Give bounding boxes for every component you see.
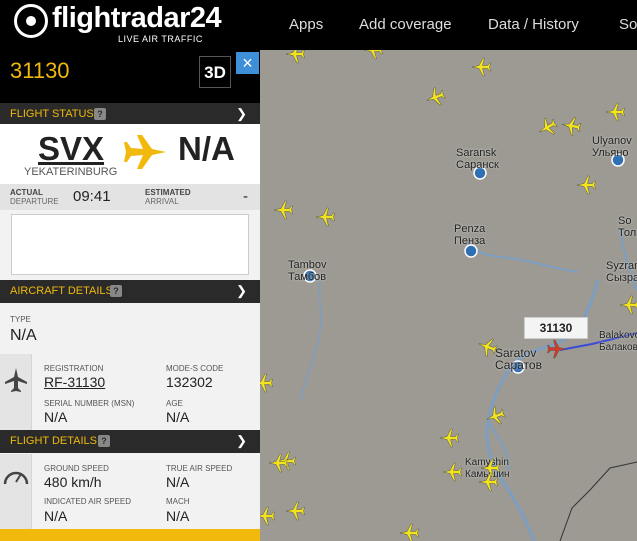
selected-aircraft-icon[interactable] (545, 338, 567, 360)
serial-value: N/A (44, 409, 68, 425)
aircraft-details-title: AIRCRAFT DETAILS (10, 285, 113, 297)
estimated-label: ESTIMATED (145, 188, 191, 197)
speed-block: GROUND SPEED 480 km/h TRUE AIR SPEED N/A… (0, 454, 260, 529)
arrival-label: ARRIVAL (145, 197, 179, 206)
radar-logo-icon[interactable] (14, 4, 48, 38)
logo-number: 24 (189, 2, 222, 34)
aircraft-icon[interactable] (273, 199, 295, 221)
type-value: N/A (10, 327, 37, 344)
help-icon[interactable]: ? (98, 435, 110, 447)
airplane-icon (124, 135, 166, 169)
logo-text[interactable]: flightradar24 (52, 2, 222, 35)
aircraft-icon[interactable] (260, 372, 275, 394)
modes-label: MODE-S CODE (166, 364, 224, 373)
help-icon[interactable]: ? (110, 285, 122, 297)
view-3d-button[interactable]: 3D (199, 56, 231, 88)
city-label-syzran: Syzran Сызра (606, 260, 637, 284)
departure-time: 09:41 (73, 188, 111, 205)
aircraft-icon[interactable] (442, 461, 464, 483)
flight-details-title: FLIGHT DETAILS (10, 435, 98, 447)
aircraft-icon[interactable] (285, 500, 307, 522)
departure-label: DEPARTURE (10, 197, 59, 206)
callsign-bar: 31130 3D × (0, 50, 260, 103)
plane-silhouette-icon (5, 368, 27, 392)
city-label-saratov: Saratov Саратов (495, 346, 542, 372)
flight-status-title: FLIGHT STATUS (10, 108, 94, 120)
nav-apps[interactable]: Apps (289, 16, 323, 33)
speedometer-icon (3, 471, 29, 485)
age-label: AGE (166, 399, 183, 408)
actual-label: ACTUAL (10, 188, 43, 197)
aircraft-icon[interactable] (268, 452, 290, 474)
nav-add-coverage[interactable]: Add coverage (359, 16, 452, 33)
aircraft-photo-placeholder[interactable] (11, 214, 249, 275)
logo-wordmark: flightradar (52, 2, 190, 34)
arrival-time: - (243, 188, 248, 205)
aircraft-icon[interactable] (605, 101, 627, 123)
mach-value: N/A (166, 508, 190, 524)
age-value: N/A (166, 409, 190, 425)
type-label: TYPE (10, 315, 31, 324)
registration-label: REGISTRATION (44, 364, 104, 373)
chevron-down-icon[interactable]: ❯ (236, 283, 247, 299)
speed-altitude-graph-bar[interactable] (0, 529, 260, 541)
chevron-down-icon[interactable]: ❯ (236, 106, 247, 122)
registration-block: REGISTRATION RF-31130 MODE-S CODE 132302… (0, 354, 260, 430)
close-icon[interactable]: × (236, 52, 259, 74)
aircraft-icon[interactable] (619, 294, 637, 316)
aircraft-icon[interactable] (478, 471, 500, 493)
modes-value: 132302 (166, 374, 213, 390)
aircraft-icon[interactable] (439, 427, 461, 449)
route-summary: SVX N/A YEKATERINBURG (0, 124, 260, 184)
aircraft-icon[interactable] (260, 505, 277, 527)
chevron-down-icon[interactable]: ❯ (236, 433, 247, 449)
mach-label: MACH (166, 497, 190, 506)
registration-value[interactable]: RF-31130 (44, 374, 105, 390)
origin-airport-code[interactable]: SVX (38, 130, 104, 168)
ground-speed-label: GROUND SPEED (44, 464, 109, 473)
city-label-penza: Penza Пенза (454, 223, 486, 247)
aircraft-type-section: TYPE N/A (0, 303, 260, 353)
serial-label: SERIAL NUMBER (MSN) (44, 399, 135, 408)
aircraft-icon[interactable] (399, 522, 421, 541)
aircraft-details-header[interactable]: AIRCRAFT DETAILS ? ❯ (0, 280, 260, 303)
aircraft-icon[interactable] (315, 206, 337, 228)
city-label-saransk: Saransk Саранск (456, 147, 499, 171)
aircraft-icon-column (0, 354, 32, 430)
times-row: ACTUAL DEPARTURE 09:41 ESTIMATED ARRIVAL… (0, 184, 260, 210)
flight-status-header[interactable]: FLIGHT STATUS ? ❯ (0, 103, 260, 126)
nav-data-history[interactable]: Data / History (488, 16, 579, 33)
speed-icon-column (0, 454, 32, 529)
true-airspeed-value: N/A (166, 474, 190, 490)
city-label-tolyatti: SoТоль (618, 215, 637, 239)
top-bar: flightradar24 LIVE AIR TRAFFIC Apps Add … (0, 0, 637, 50)
city-label-ulyanovsk: Ulyanov Ульяно (592, 135, 632, 159)
destination-airport-code: N/A (178, 130, 235, 167)
aircraft-icon[interactable] (363, 50, 385, 61)
origin-city: YEKATERINBURG (24, 166, 118, 178)
nav-more[interactable]: So (619, 16, 637, 33)
indicated-airspeed-value: N/A (44, 508, 68, 524)
city-label-tambov: Tambov Тамбов (288, 259, 327, 283)
aircraft-icon[interactable] (559, 113, 584, 138)
ground-speed-value: 480 km/h (44, 474, 102, 490)
selected-flight-callout[interactable]: 31130 (524, 317, 588, 339)
flight-details-header[interactable]: FLIGHT DETAILS ? ❯ (0, 430, 260, 453)
city-label-balakovo: Balakovo Балаков (599, 330, 637, 353)
map-area[interactable]: Saransk Саранск Ulyanov Ульяно Penza Пенза … (260, 50, 637, 541)
help-icon[interactable]: ? (94, 108, 106, 120)
flight-callsign: 31130 (10, 58, 70, 83)
aircraft-icon[interactable] (576, 174, 598, 196)
flight-info-panel: 31130 3D × FLIGHT STATUS ? ❯ SVX N/A YEK… (0, 50, 260, 541)
indicated-airspeed-label: INDICATED AIR SPEED (44, 497, 131, 506)
aircraft-icon[interactable] (471, 56, 493, 78)
aircraft-icon[interactable] (285, 50, 307, 65)
logo-tagline: LIVE AIR TRAFFIC (118, 34, 203, 44)
true-airspeed-label: TRUE AIR SPEED (166, 464, 233, 473)
